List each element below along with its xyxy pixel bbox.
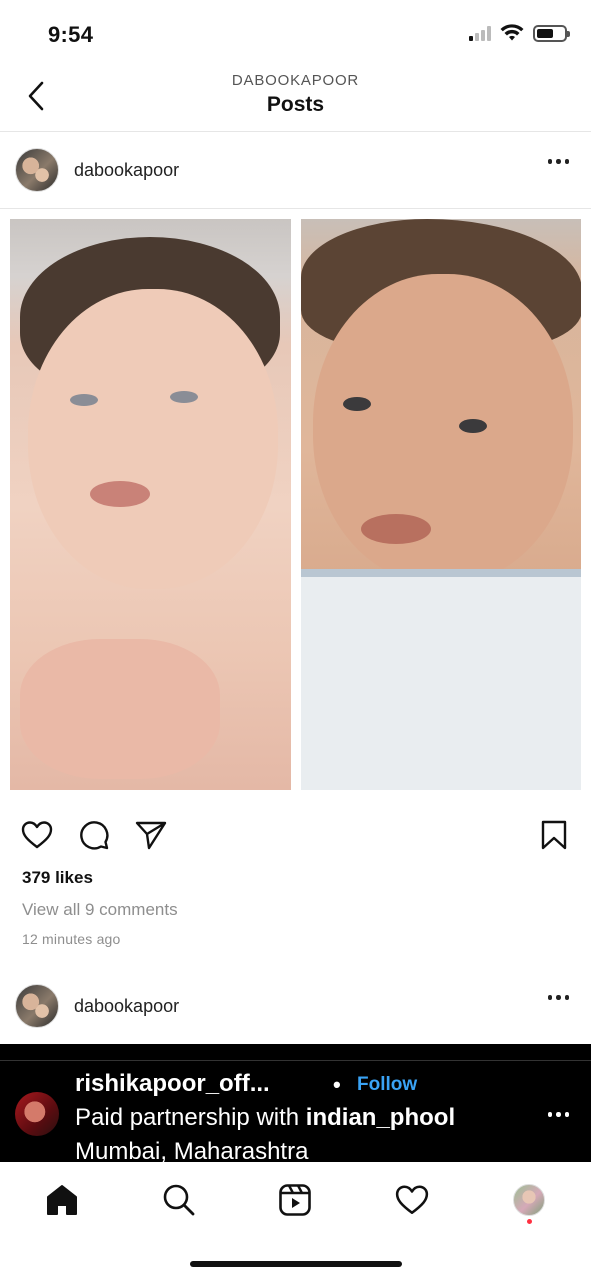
divider [0, 1060, 591, 1061]
home-icon [47, 1185, 77, 1215]
wifi-icon [500, 24, 524, 41]
post-location[interactable]: Mumbai, Maharashtra [75, 1138, 308, 1162]
paid-partnership-label: Paid partnership with indian_phool [75, 1104, 455, 1132]
post-username[interactable]: dabookapoor [74, 996, 179, 1017]
follow-button[interactable]: Follow [357, 1074, 417, 1096]
share-button[interactable] [134, 818, 168, 852]
notification-dot [527, 1219, 532, 1224]
status-bar: 9:54 [0, 0, 591, 62]
more-options-icon[interactable] [547, 1112, 569, 1117]
cellular-signal-icon [469, 25, 491, 41]
view-comments-link[interactable]: View all 9 comments [22, 900, 178, 920]
comment-icon [80, 821, 109, 850]
tab-home[interactable] [40, 1178, 84, 1222]
separator-dot: • [333, 1072, 341, 1097]
status-time: 9:54 [48, 22, 94, 47]
post-username[interactable]: dabookapoor [74, 160, 179, 181]
partnership-prefix: Paid partnership with [75, 1104, 306, 1131]
nav-titles: DABOOKAPOOR Posts [0, 72, 591, 117]
next-post-header: dabookapoor [0, 969, 591, 1043]
reels-icon [279, 1184, 311, 1216]
tab-reels[interactable] [273, 1178, 317, 1222]
status-indicators [469, 24, 570, 42]
nav-header: DABOOKAPOOR Posts [0, 62, 591, 132]
send-icon [135, 821, 167, 850]
post-actions [0, 812, 591, 858]
search-icon [163, 1184, 195, 1216]
post-image[interactable] [10, 219, 581, 790]
photo-right [300, 219, 581, 790]
comment-button[interactable] [77, 818, 111, 852]
likes-count[interactable]: 379 likes [22, 868, 93, 888]
tab-profile[interactable] [507, 1178, 551, 1222]
divider [0, 208, 591, 209]
post-header: dabookapoor [0, 133, 591, 207]
page-title: Posts [266, 93, 325, 116]
bookmark-icon [541, 820, 567, 850]
post-timestamp: 12 minutes ago [22, 931, 121, 947]
avatar[interactable] [15, 984, 59, 1028]
photo-left [10, 219, 291, 790]
like-button[interactable] [20, 818, 54, 852]
heart-icon [395, 1185, 429, 1215]
tab-search[interactable] [157, 1178, 201, 1222]
battery-icon [533, 24, 570, 42]
sponsored-post-header: rishikapoor_off... • Follow Paid partner… [0, 1044, 591, 1162]
heart-icon [21, 821, 53, 849]
nav-subtitle: DABOOKAPOOR [231, 72, 360, 89]
home-indicator[interactable] [190, 1261, 402, 1267]
avatar[interactable] [15, 148, 59, 192]
more-options-icon[interactable] [547, 995, 569, 1000]
sponsored-avatar[interactable] [15, 1092, 59, 1136]
partner-link[interactable]: indian_phool [306, 1104, 455, 1131]
more-options-icon[interactable] [547, 159, 569, 164]
sponsored-username[interactable]: rishikapoor_off... [75, 1070, 270, 1098]
profile-avatar [513, 1184, 545, 1216]
tab-activity[interactable] [390, 1178, 434, 1222]
save-button[interactable] [537, 818, 571, 852]
